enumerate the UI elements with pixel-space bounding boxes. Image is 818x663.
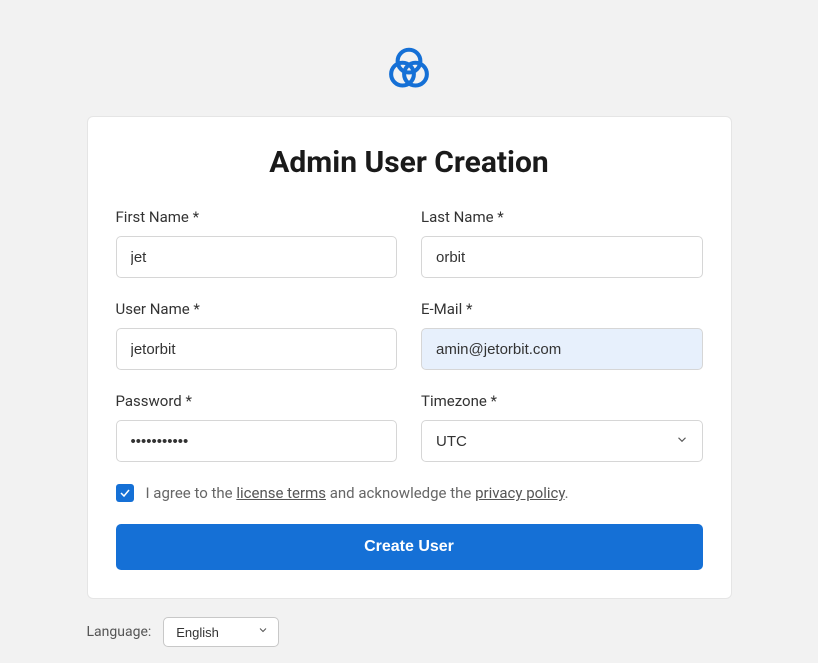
agree-checkbox[interactable] (116, 484, 134, 502)
user-name-input[interactable] (116, 328, 398, 370)
timezone-select[interactable]: UTC (421, 420, 703, 462)
admin-user-creation-card: Admin User Creation First Name * Last Na… (87, 116, 732, 599)
privacy-policy-link[interactable]: privacy policy (475, 484, 565, 502)
app-logo (87, 40, 732, 96)
last-name-label: Last Name * (421, 208, 703, 226)
timezone-label: Timezone * (421, 392, 703, 410)
agree-row: I agree to the license terms and acknowl… (116, 484, 703, 502)
language-row: Language: English (87, 617, 732, 647)
first-name-input[interactable] (116, 236, 398, 278)
password-input[interactable] (116, 420, 398, 462)
language-select[interactable]: English (163, 617, 279, 647)
first-name-label: First Name * (116, 208, 398, 226)
create-user-button[interactable]: Create User (116, 524, 703, 570)
license-terms-link[interactable]: license terms (236, 484, 326, 502)
last-name-input[interactable] (421, 236, 703, 278)
language-label: Language: (87, 624, 152, 640)
email-label: E-Mail * (421, 300, 703, 318)
cloud-logo-icon (383, 40, 435, 92)
user-name-label: User Name * (116, 300, 398, 318)
page-title: Admin User Creation (116, 145, 703, 180)
password-label: Password * (116, 392, 398, 410)
agree-text: I agree to the license terms and acknowl… (146, 484, 569, 502)
email-input[interactable] (421, 328, 703, 370)
